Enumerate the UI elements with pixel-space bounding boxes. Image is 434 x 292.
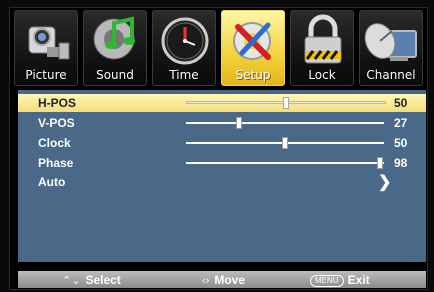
menu-item-value: 27 [394,116,408,130]
tab-channel[interactable]: Channel [359,10,423,86]
menu-tabs: Picture Sound Time Setup Lock Channel [14,10,426,86]
menu-item-label: V-POS [38,116,75,130]
music-note-icon [93,16,135,60]
menu-item-label: Auto [38,175,66,189]
chevron-right-icon[interactable]: ❯ [378,172,391,192]
menu-item-hpos[interactable]: H-POS 50 [18,94,426,112]
tab-setup[interactable]: Setup [221,10,285,86]
tab-label: Channel [366,68,416,82]
tab-label: Sound [96,68,134,82]
phase-slider[interactable] [186,157,384,169]
menu-item-label: Clock [38,136,71,150]
setup-menu-panel: H-POS 50 V-POS 27 Clock 50 Phase 98 Auto… [18,90,426,262]
clock-slider[interactable] [186,137,384,149]
hint-exit: MENU Exit [310,273,370,287]
tab-label: Setup [235,68,271,82]
menu-item-vpos[interactable]: V-POS 27 [18,114,426,132]
menu-item-value: 50 [394,96,408,110]
hint-select: ⌃⌄ Select [62,273,121,287]
key-hint-bar: ⌃⌄ Select ‹› Move MENU Exit [18,271,426,288]
menu-key-icon: MENU [310,275,344,287]
tab-label: Picture [25,68,67,82]
padlock-icon [304,14,342,64]
menu-item-clock[interactable]: Clock 50 [18,134,426,152]
menu-item-label: H-POS [38,96,77,110]
tab-label: Lock [308,68,336,82]
menu-item-phase[interactable]: Phase 98 [18,154,426,172]
slider-thumb[interactable] [282,137,288,149]
up-down-arrows-icon: ⌃⌄ [62,275,81,287]
tab-picture[interactable]: Picture [14,10,78,86]
tab-lock[interactable]: Lock [290,10,354,86]
tab-label: Time [169,68,199,82]
satellite-dish-icon [364,23,417,61]
vpos-slider[interactable] [186,117,384,129]
hint-label: Move [214,273,246,287]
menu-item-value: 50 [394,136,408,150]
slider-thumb[interactable] [377,157,383,169]
hpos-slider[interactable] [186,97,386,109]
tab-sound[interactable]: Sound [83,10,147,86]
wrench-screwdriver-icon [233,22,271,60]
camcorder-icon [28,26,70,60]
menu-item-label: Phase [38,156,74,170]
hint-label: Select [85,273,121,287]
hint-move: ‹› Move [202,273,245,287]
left-right-arrows-icon: ‹› [202,275,210,287]
menu-item-auto[interactable]: Auto ❯ [18,173,426,191]
clock-icon [161,17,209,65]
slider-thumb[interactable] [283,97,289,109]
slider-thumb[interactable] [236,117,242,129]
menu-item-value: 98 [394,156,408,170]
tab-time[interactable]: Time [152,10,216,86]
hint-label: Exit [347,273,370,287]
